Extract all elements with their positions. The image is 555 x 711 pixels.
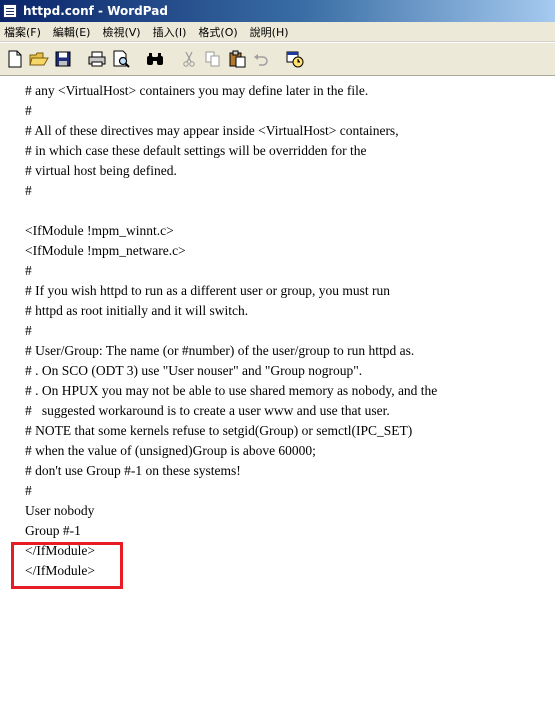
new-button[interactable] — [4, 48, 26, 70]
undo-button[interactable] — [250, 48, 272, 70]
copy-button[interactable] — [202, 48, 224, 70]
document-line: # don't use Group #-1 on these systems! — [25, 463, 241, 478]
menu-bar: 檔案(F) 編輯(E) 檢視(V) 插入(I) 格式(O) 說明(H) — [0, 22, 555, 42]
print-icon — [88, 51, 106, 67]
highlight-annotation-box — [11, 542, 123, 589]
paste-icon — [229, 50, 246, 68]
document-line: # — [25, 183, 32, 198]
document-text: # any <VirtualHost> containers you may d… — [25, 81, 437, 581]
open-icon — [29, 52, 49, 66]
cut-icon — [183, 51, 195, 67]
document-line: # All of these directives may appear ins… — [25, 123, 399, 138]
menu-view[interactable]: 檢視(V) — [98, 24, 148, 40]
toolbar-separator — [134, 48, 144, 70]
document-line: # — [25, 323, 32, 338]
document-line — [25, 201, 437, 221]
toolbar-separator — [274, 48, 284, 70]
title-bar[interactable]: httpd.conf - WordPad — [0, 0, 555, 22]
document-line: <IfModule !mpm_netware.c> — [25, 243, 186, 258]
toolbar-separator — [168, 48, 178, 70]
document-line: # suggested workaround is to create a us… — [25, 403, 390, 418]
toolbar — [0, 42, 555, 76]
date-time-button[interactable] — [284, 48, 306, 70]
menu-file[interactable]: 檔案(F) — [0, 24, 49, 40]
document-line: # httpd as root initially and it will sw… — [25, 303, 249, 318]
document-line: # any <VirtualHost> containers you may d… — [25, 83, 369, 98]
menu-help[interactable]: 說明(H) — [246, 24, 297, 40]
document-line: # virtual host being defined. — [25, 163, 177, 178]
document-area[interactable]: # any <VirtualHost> containers you may d… — [0, 77, 555, 711]
new-icon — [8, 50, 22, 68]
document-line: # — [25, 263, 32, 278]
document-line: <IfModule !mpm_winnt.c> — [25, 223, 174, 238]
document-line: # User/Group: The name (or #number) of t… — [25, 343, 415, 358]
find-icon — [147, 53, 163, 65]
menu-edit[interactable]: 編輯(E) — [49, 24, 99, 40]
document-line: # — [25, 103, 32, 118]
menu-format[interactable]: 格式(O) — [194, 24, 245, 40]
document-line: # . On SCO (ODT 3) use "User nouser" and… — [25, 363, 363, 378]
print-button[interactable] — [86, 48, 108, 70]
document-line: # in which case these default settings w… — [25, 143, 367, 158]
toolbar-separator — [76, 48, 86, 70]
document-line: Group #-1 — [25, 523, 81, 538]
paste-button[interactable] — [226, 48, 248, 70]
menu-insert[interactable]: 插入(I) — [149, 24, 195, 40]
document-line: # . On HPUX you may not be able to use s… — [25, 383, 438, 398]
copy-icon — [205, 51, 220, 67]
save-button[interactable] — [52, 48, 74, 70]
cut-button[interactable] — [178, 48, 200, 70]
document-line: # If you wish httpd to run as a differen… — [25, 283, 390, 298]
wordpad-document-icon — [3, 4, 17, 18]
undo-icon — [254, 54, 268, 66]
open-button[interactable] — [28, 48, 50, 70]
window-title: httpd.conf - WordPad — [23, 4, 168, 18]
document-line: # NOTE that some kernels refuse to setgi… — [25, 423, 413, 438]
print-preview-icon — [113, 50, 130, 68]
date-time-icon — [286, 51, 304, 68]
print-preview-button[interactable] — [110, 48, 132, 70]
find-button[interactable] — [144, 48, 166, 70]
document-line: User nobody — [25, 503, 95, 518]
document-line: # — [25, 483, 32, 498]
document-line: # when the value of (unsigned)Group is a… — [25, 443, 316, 458]
save-icon — [55, 51, 71, 67]
